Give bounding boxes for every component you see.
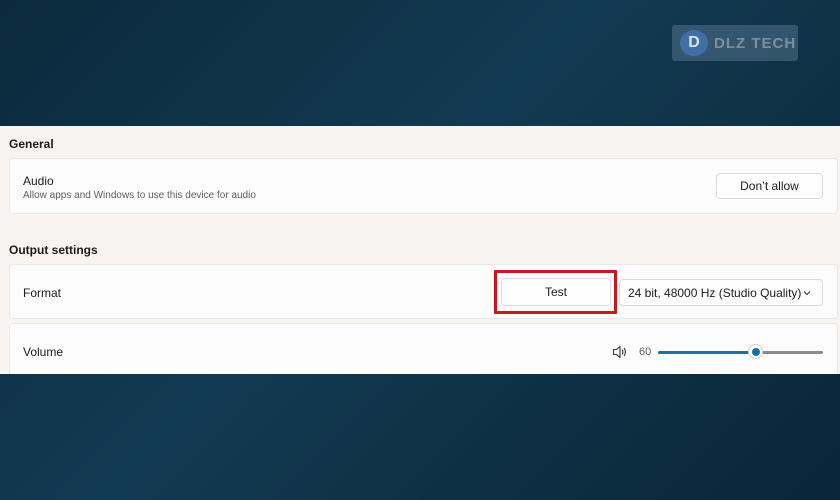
volume-label: Volume	[23, 345, 64, 359]
highlight-box	[494, 270, 617, 314]
chevron-down-icon	[803, 291, 811, 296]
section-title-general: General	[9, 137, 54, 151]
speaker-icon[interactable]	[612, 345, 628, 359]
audio-title: Audio	[23, 174, 54, 188]
audio-description: Allow apps and Windows to use this devic…	[23, 190, 256, 201]
dont-allow-button[interactable]: Don’t allow	[716, 173, 823, 199]
volume-slider-thumb[interactable]	[748, 344, 763, 359]
audio-card: Audio Allow apps and Windows to use this…	[9, 158, 838, 214]
format-label: Format	[23, 286, 62, 300]
volume-slider-track[interactable]	[755, 351, 823, 354]
format-select[interactable]: 24 bit, 48000 Hz (Studio Quality)	[619, 279, 823, 306]
volume-card: Volume	[9, 323, 838, 374]
format-select-value: 24 bit, 48000 Hz (Studio Quality)	[628, 285, 802, 300]
volume-slider-thumb-dot	[751, 347, 760, 356]
logo-text: DLZ TECH	[714, 34, 797, 52]
watermark-logo: D DLZ TECH	[672, 25, 798, 61]
section-title-output: Output settings	[9, 243, 98, 257]
volume-value: 60	[639, 346, 652, 358]
logo-icon: D	[680, 30, 708, 56]
volume-slider-filled[interactable]	[658, 351, 755, 354]
